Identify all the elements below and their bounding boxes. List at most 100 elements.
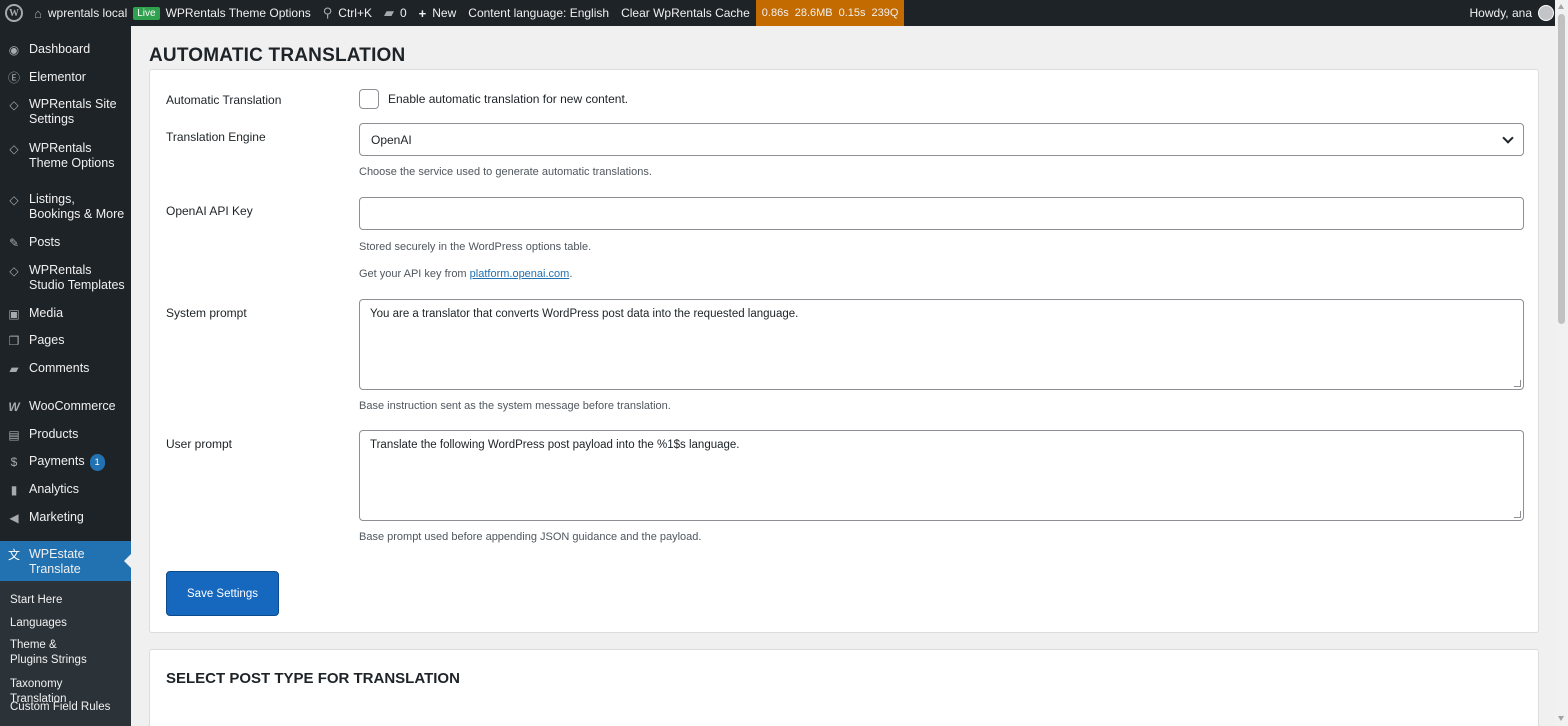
scroll-down-icon[interactable] — [1558, 716, 1564, 721]
resize-handle-icon[interactable] — [1514, 511, 1521, 518]
dollar-icon: $ — [10, 454, 18, 469]
settings-card: Automatic Translation Enable automatic t… — [149, 69, 1539, 633]
sidebar-item-products[interactable]: ▤ Products — [0, 427, 131, 443]
comment-icon: ▰ — [9, 361, 19, 376]
submenu-item-start-here[interactable]: Start Here — [0, 593, 72, 608]
new-content-link[interactable]: + New — [413, 0, 463, 26]
clear-cache-label: Clear WpRentals Cache — [621, 6, 750, 20]
new-label: New — [432, 6, 457, 20]
home-icon: ⌂ — [34, 5, 42, 21]
archive-icon: ▤ — [8, 427, 20, 442]
sidebar-item-dashboard[interactable]: ◉ Dashboard — [0, 42, 131, 58]
page-scrollbar[interactable] — [1555, 0, 1568, 726]
api-key-link-suffix: . — [569, 268, 573, 280]
auto-translation-label: Automatic Translation — [166, 93, 282, 107]
resize-handle-icon[interactable] — [1514, 380, 1521, 387]
woo-icon: W — [8, 399, 20, 414]
save-settings-button[interactable]: Save Settings — [166, 571, 279, 616]
chart-icon: ▮ — [10, 482, 18, 497]
elementor-icon: Ⓔ — [7, 70, 20, 85]
sidebar-item-comments[interactable]: ▰ Comments — [0, 361, 131, 377]
sidebar-item-theme-options[interactable]: ◇ WPRentals Theme Options — [0, 141, 131, 171]
admin-bar: W ⌂ wprentals local Live WPRentals Theme… — [0, 0, 1568, 26]
sidebar-item-label: Comments — [29, 361, 90, 375]
scrollbar-thumb[interactable] — [1558, 14, 1565, 324]
theme-options-link[interactable]: Live WPRentals Theme Options — [133, 0, 317, 26]
sidebar-item-label: WPRentals Site Settings — [29, 97, 117, 126]
engine-select-value: OpenAI — [371, 132, 412, 147]
post-type-card: SELECT POST TYPE FOR TRANSLATION — [149, 649, 1539, 726]
sidebar-item-label: Payments — [29, 454, 85, 468]
sidebar-item-label: Analytics — [29, 482, 80, 496]
engine-label: Translation Engine — [166, 130, 266, 144]
auto-translation-checkbox-label: Enable automatic translation for new con… — [388, 92, 629, 106]
sidebar-item-pages[interactable]: ❐ Pages — [0, 333, 131, 349]
submenu-item-custom-fields[interactable]: Custom Field Rules — [0, 700, 120, 715]
qm-time: 0.86s — [761, 7, 789, 19]
system-prompt-textarea[interactable]: You are a translator that converts WordP… — [359, 299, 1524, 390]
user-prompt-description: Base prompt used before appending JSON g… — [359, 531, 702, 543]
site-name-label: wprentals local — [47, 6, 128, 20]
api-key-input[interactable] — [359, 197, 1524, 230]
sidebar-item-label: WPRentals Theme Options — [29, 141, 115, 170]
command-search-button[interactable]: ⚲ Ctrl+K — [317, 0, 378, 26]
admin-sidebar: ◉ Dashboard Ⓔ Elementor ◇ WPRentals Site… — [0, 26, 131, 726]
pin-icon: ✎ — [8, 235, 20, 250]
content-language-menu[interactable]: Content language: English — [462, 0, 615, 26]
api-key-link-line: Get your API key from platform.openai.co… — [359, 268, 572, 280]
comment-icon: ▰ — [383, 5, 394, 20]
sidebar-item-studio-templates[interactable]: ◇ WPRentals Studio Templates — [0, 263, 131, 293]
sidebar-item-marketing[interactable]: ◀ Marketing — [0, 510, 131, 526]
sidebar-item-posts[interactable]: ✎ Posts — [0, 235, 131, 251]
openai-platform-link[interactable]: platform.openai.com — [470, 268, 570, 280]
engine-description: Choose the service used to generate auto… — [359, 166, 652, 178]
submenu-item-languages[interactable]: Languages — [0, 616, 77, 631]
my-account-menu[interactable]: Howdy, ana — [1470, 5, 1568, 21]
search-icon: ⚲ — [322, 5, 333, 20]
sidebar-item-payments[interactable]: $ Payments 1 — [0, 454, 131, 471]
diamond-icon: ◇ — [9, 97, 19, 112]
theme-options-label: WPRentals Theme Options — [165, 6, 311, 20]
system-prompt-description: Base instruction sent as the system mess… — [359, 400, 671, 412]
comments-count: 0 — [399, 6, 407, 20]
sidebar-item-label: Listings, Bookings & More — [29, 192, 125, 221]
site-name-link[interactable]: ⌂ wprentals local — [28, 0, 133, 26]
translate-icon: 文 — [7, 547, 20, 562]
sidebar-item-label: Media — [29, 306, 64, 320]
sidebar-item-listings[interactable]: ◇ Listings, Bookings & More — [0, 192, 131, 222]
main-content: AUTOMATIC TRANSLATION Automatic Translat… — [131, 26, 1555, 726]
scroll-up-icon[interactable] — [1558, 4, 1564, 9]
howdy-label: Howdy, ana — [1469, 6, 1532, 20]
page-title: AUTOMATIC TRANSLATION — [149, 45, 406, 66]
wordpress-logo-icon: W — [5, 4, 23, 22]
wordpress-logo-button[interactable]: W — [0, 0, 28, 26]
sidebar-item-label: Elementor — [29, 70, 86, 84]
sidebar-item-label: WPEstate Translate — [29, 547, 85, 576]
sidebar-item-wpestate-translate[interactable]: 文 WPEstate Translate — [0, 541, 131, 581]
api-key-label: OpenAI API Key — [166, 204, 253, 218]
user-prompt-textarea[interactable]: Translate the following WordPress post p… — [359, 430, 1524, 521]
query-monitor-button[interactable]: 0.86s 28.6MB 0.15s 239Q — [755, 0, 905, 26]
submenu-item-strings[interactable]: Theme & Plugins Strings — [0, 638, 100, 668]
gauge-icon: ◉ — [8, 42, 20, 57]
auto-translation-checkbox[interactable] — [359, 89, 379, 109]
user-prompt-label: User prompt — [166, 437, 233, 451]
payments-badge: 1 — [89, 454, 105, 471]
sidebar-item-media[interactable]: ▣ Media — [0, 306, 131, 322]
engine-select[interactable]: OpenAI — [359, 123, 1524, 156]
clear-cache-link[interactable]: Clear WpRentals Cache — [615, 0, 756, 26]
sidebar-item-elementor[interactable]: Ⓔ Elementor — [0, 70, 131, 86]
sidebar-item-woocommerce[interactable]: W WooCommerce — [0, 399, 131, 415]
sidebar-item-site-settings[interactable]: ◇ WPRentals Site Settings — [0, 97, 131, 127]
sidebar-item-label: Dashboard — [29, 42, 91, 56]
user-prompt-value: Translate the following WordPress post p… — [370, 439, 740, 451]
megaphone-icon: ◀ — [9, 510, 19, 525]
api-key-description: Stored securely in the WordPress options… — [359, 241, 592, 253]
section-title: SELECT POST TYPE FOR TRANSLATION — [166, 670, 460, 687]
sidebar-item-label: Pages — [29, 333, 65, 347]
comments-link[interactable]: ▰ 0 — [378, 0, 413, 26]
live-badge: Live — [133, 6, 160, 20]
chevron-down-icon — [1502, 131, 1514, 144]
sidebar-item-label: WPRentals Studio Templates — [29, 263, 125, 292]
sidebar-item-analytics[interactable]: ▮ Analytics — [0, 482, 131, 498]
